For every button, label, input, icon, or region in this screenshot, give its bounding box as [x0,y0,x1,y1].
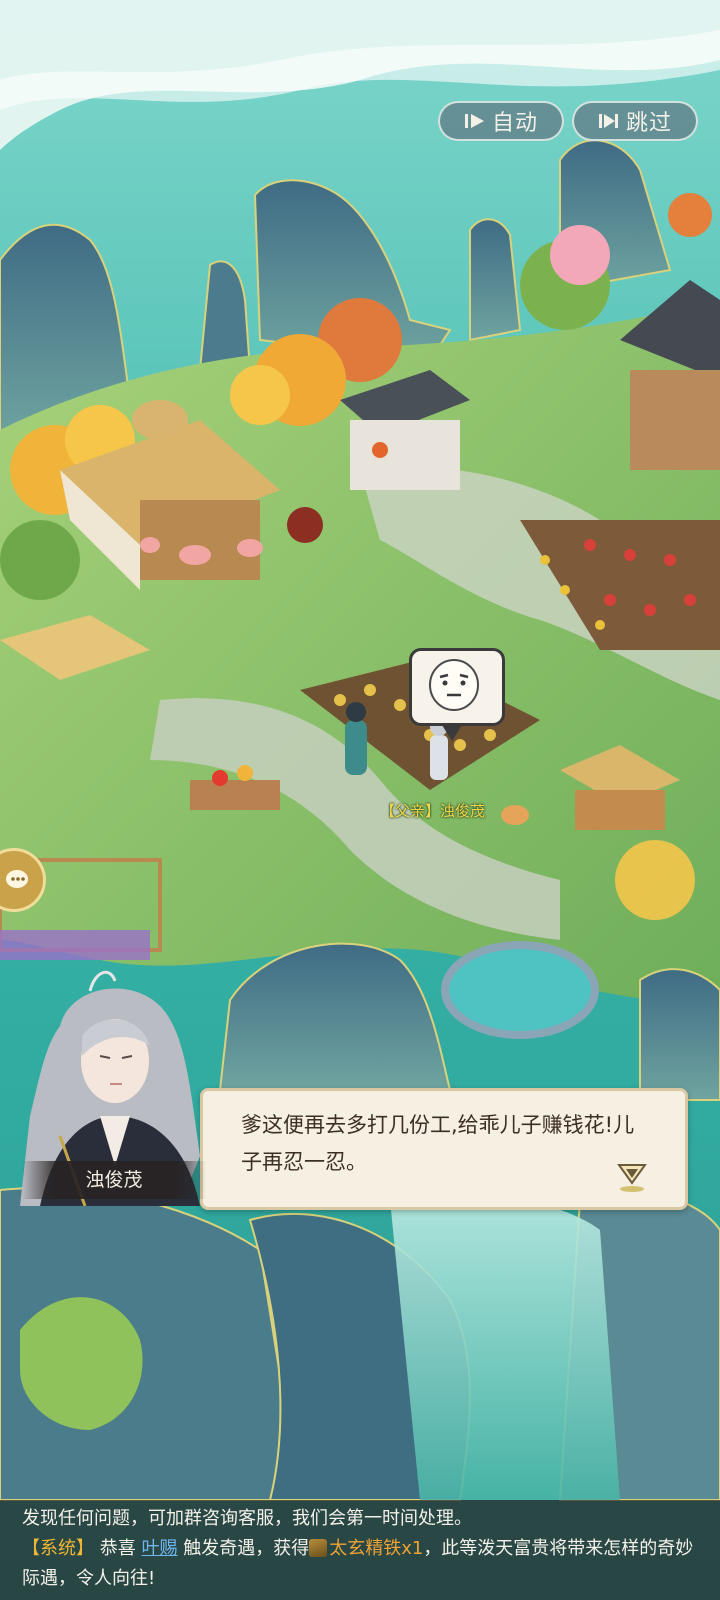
skip-label: 跳过 [625,111,672,136]
game-scene [0,0,720,1600]
dialog-text: 爹这便再去多打几份工,给乖儿子赚钱花!儿子再忍一忍。 [241,1113,635,1174]
system-tag: 【系统】 [22,1538,94,1559]
npc-name-tag: 【父亲】浊俊茂 [380,802,486,820]
notice-announcement: 【系统】 恭喜 叶赐 触发奇遇，获得 太玄精铁x1，此等泼天富贵将带来怎样的奇妙际… [22,1534,702,1594]
congrats-text: 恭喜 [99,1538,136,1559]
notice-line-1: 发现任何问题，可加群咨询客服，我们会第一时间处理。 [22,1508,472,1529]
auto-play-button[interactable]: 自动 [438,101,564,141]
dialog-next-button[interactable] [615,1159,649,1197]
system-notice-panel: 发现任何问题，可加群咨询客服，我们会第一时间处理。 【系统】 恭喜 叶赐 触发奇… [0,1500,720,1600]
play-icon [464,114,484,128]
iron-ore-icon [309,1539,328,1557]
event-text: 触发奇遇，获得 [183,1538,310,1559]
worried-face-icon [429,659,479,711]
skip-button[interactable]: 跳过 [572,101,698,141]
reward-item[interactable]: 太玄精铁x1 [329,1538,423,1559]
player-name-link[interactable]: 叶赐 [141,1538,177,1559]
speaker-name: 浊俊茂 [22,1161,206,1199]
chevron-down-icon [617,1164,647,1192]
auto-play-label: 自动 [491,111,538,136]
skip-forward-icon [598,114,618,128]
emote-speech-bubble [409,648,505,741]
chat-icon [6,870,28,888]
dialog-box[interactable]: 爹这便再去多打几份工,给乖儿子赚钱花!儿子再忍一忍。 [200,1088,688,1210]
